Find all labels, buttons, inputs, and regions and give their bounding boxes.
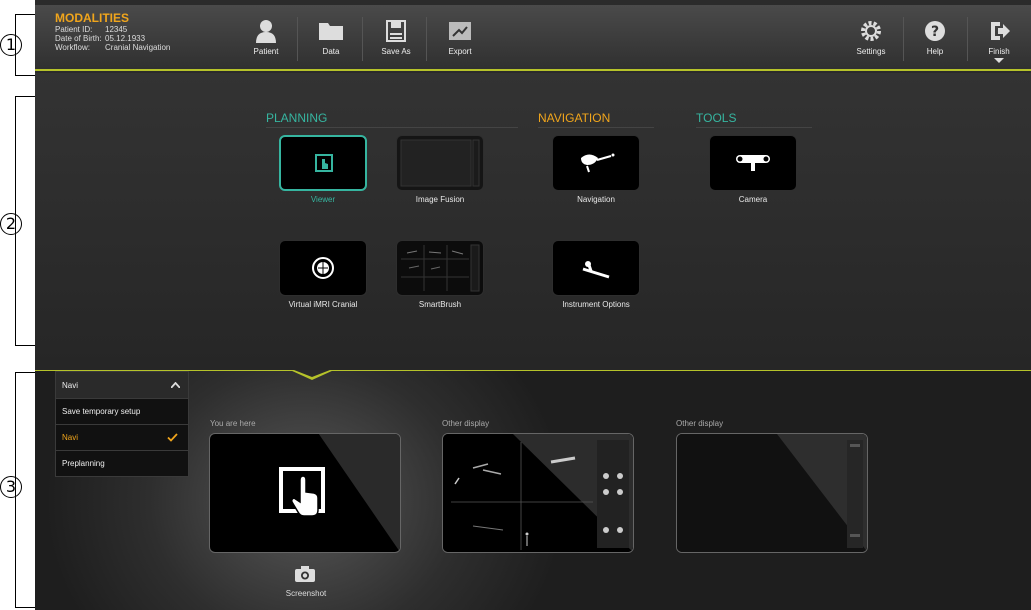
separator — [903, 17, 904, 61]
category-underline — [696, 127, 812, 128]
tile-smartbrush-label: SmartBrush — [418, 300, 462, 309]
export-button[interactable]: Export — [432, 13, 488, 65]
category-underline — [538, 127, 654, 128]
tile-image-fusion[interactable] — [396, 135, 484, 191]
help-button[interactable]: ? Help — [907, 13, 963, 65]
setup-dropdown-header[interactable]: Navi — [56, 372, 188, 398]
separator — [362, 17, 363, 61]
patient-info: MODALITIES Patient ID: 12345 Date of Birt… — [55, 11, 170, 52]
gear-icon — [861, 21, 881, 41]
current-display[interactable] — [209, 433, 401, 553]
setup-dropdown[interactable]: Navi Save temporary setup Navi Preplanni… — [55, 371, 189, 477]
export-icon — [449, 22, 471, 40]
workflow-value: Cranial Navigation — [105, 43, 171, 52]
finish-label: Finish — [988, 47, 1010, 56]
dob-label: Date of Birth: — [55, 34, 102, 43]
data-button[interactable]: Data — [303, 13, 359, 65]
patient-id-label: Patient ID: — [55, 25, 93, 34]
menu-item-label: Navi — [62, 433, 79, 442]
application-window: MODALITIES Patient ID: 12345 Date of Birt… — [35, 0, 1031, 610]
save-as-button[interactable]: Save As — [368, 13, 424, 65]
tile-instrument-options-label: Instrument Options — [562, 300, 630, 309]
tile-navigation[interactable] — [552, 135, 640, 191]
dropdown-arrow-icon — [994, 58, 1004, 63]
help-icon: ? — [925, 21, 945, 41]
viewer-icon — [315, 154, 333, 172]
help-label: Help — [926, 47, 944, 56]
navigation-screen-thumbnail — [443, 434, 633, 552]
image-fusion-thumbnail — [400, 139, 480, 187]
header-bar: MODALITIES Patient ID: 12345 Date of Birt… — [35, 5, 1031, 71]
floppy-disk-icon — [386, 20, 406, 42]
instrument-icon — [582, 261, 610, 279]
screenshot-label: Screenshot — [285, 589, 327, 598]
workflow-label: Workflow: — [55, 43, 90, 52]
category-tools: TOOLS — [696, 111, 737, 125]
touch-screen-icon — [279, 467, 325, 517]
tile-instrument-options[interactable] — [552, 240, 640, 296]
checkmark-icon — [167, 433, 178, 442]
tile-virtual-imri-cranial[interactable] — [279, 240, 367, 296]
tile-viewer[interactable] — [279, 135, 367, 191]
other-display-1[interactable] — [442, 433, 634, 553]
separator — [426, 17, 427, 61]
modalities-title: MODALITIES — [55, 11, 129, 25]
setup-dropdown-value: Navi — [62, 380, 79, 390]
other-display-label: Other display — [676, 419, 724, 428]
svg-text:?: ? — [931, 24, 939, 40]
patient-icon — [256, 20, 276, 43]
patient-id-value: 12345 — [105, 25, 128, 34]
tile-camera-label: Camera — [738, 195, 768, 204]
menu-item-label: Save temporary setup — [62, 407, 141, 416]
category-underline — [266, 127, 518, 128]
category-planning: PLANNING — [266, 111, 328, 125]
other-display-2[interactable] — [676, 433, 868, 553]
brain-icon — [312, 257, 334, 279]
menu-item-navi[interactable]: Navi — [56, 424, 188, 450]
camera-screenshot-icon[interactable] — [294, 565, 316, 583]
exit-icon — [991, 22, 1010, 40]
other-display-label: Other display — [442, 419, 490, 428]
settings-button[interactable]: Settings — [843, 13, 899, 65]
collapse-chevron-inner — [294, 370, 330, 377]
tile-navigation-label: Navigation — [577, 195, 615, 204]
patient-label: Patient — [253, 47, 279, 56]
patient-button[interactable]: Patient — [238, 13, 294, 65]
export-label: Export — [448, 47, 472, 56]
menu-item-preplanning[interactable]: Preplanning — [56, 450, 188, 476]
tile-camera[interactable] — [709, 135, 797, 191]
settings-label: Settings — [856, 47, 886, 56]
camera-icon — [736, 155, 770, 171]
dob-value: 05.12.1933 — [105, 34, 146, 43]
tile-smartbrush[interactable] — [396, 240, 484, 296]
finish-button[interactable]: Finish — [971, 13, 1027, 65]
separator — [297, 17, 298, 61]
category-navigation: NAVIGATION — [538, 111, 611, 125]
save-as-label: Save As — [381, 47, 411, 56]
display-selection-area: Navi Save temporary setup Navi Preplanni… — [35, 370, 1031, 610]
current-display-label: You are here — [210, 419, 256, 428]
blank-screen-thumbnail — [677, 434, 867, 552]
data-label: Data — [322, 47, 340, 56]
separator — [967, 17, 968, 61]
menu-item-label: Preplanning — [62, 459, 105, 468]
menu-item-save-temporary-setup[interactable]: Save temporary setup — [56, 398, 188, 424]
folder-icon — [319, 23, 343, 40]
chevron-up-icon — [171, 382, 180, 388]
navigation-icon — [581, 153, 615, 173]
application-launcher: PLANNING NAVIGATION TOOLS Viewer Image F… — [35, 73, 1031, 370]
tile-image-fusion-label: Image Fusion — [415, 195, 465, 204]
smartbrush-thumbnail — [401, 244, 480, 292]
